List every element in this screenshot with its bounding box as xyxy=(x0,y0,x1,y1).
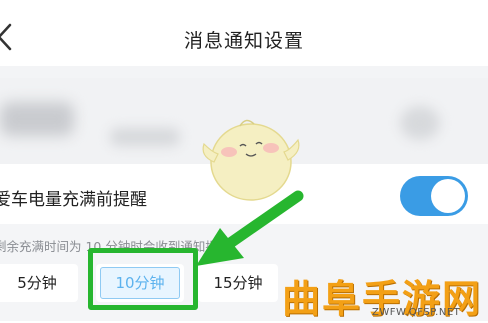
section-divider xyxy=(0,66,488,78)
pointer-arrow xyxy=(196,190,304,266)
charge-reminder-label: 爱车电量充满前提醒 xyxy=(0,190,147,210)
charge-reminder-toggle[interactable] xyxy=(400,176,468,216)
blurred-vehicle-info xyxy=(110,128,180,146)
option-5-minutes[interactable]: 5分钟 xyxy=(0,264,78,302)
blurred-vehicle-name xyxy=(0,102,74,136)
toggle-knob xyxy=(431,179,465,213)
blurred-card-icon xyxy=(400,106,440,140)
highlight-box xyxy=(88,248,198,310)
watermark-url: ZWFW.QFSP.NET xyxy=(372,307,461,318)
header-bar: 消息通知设置 xyxy=(0,0,488,66)
page-title: 消息通知设置 xyxy=(183,30,304,52)
